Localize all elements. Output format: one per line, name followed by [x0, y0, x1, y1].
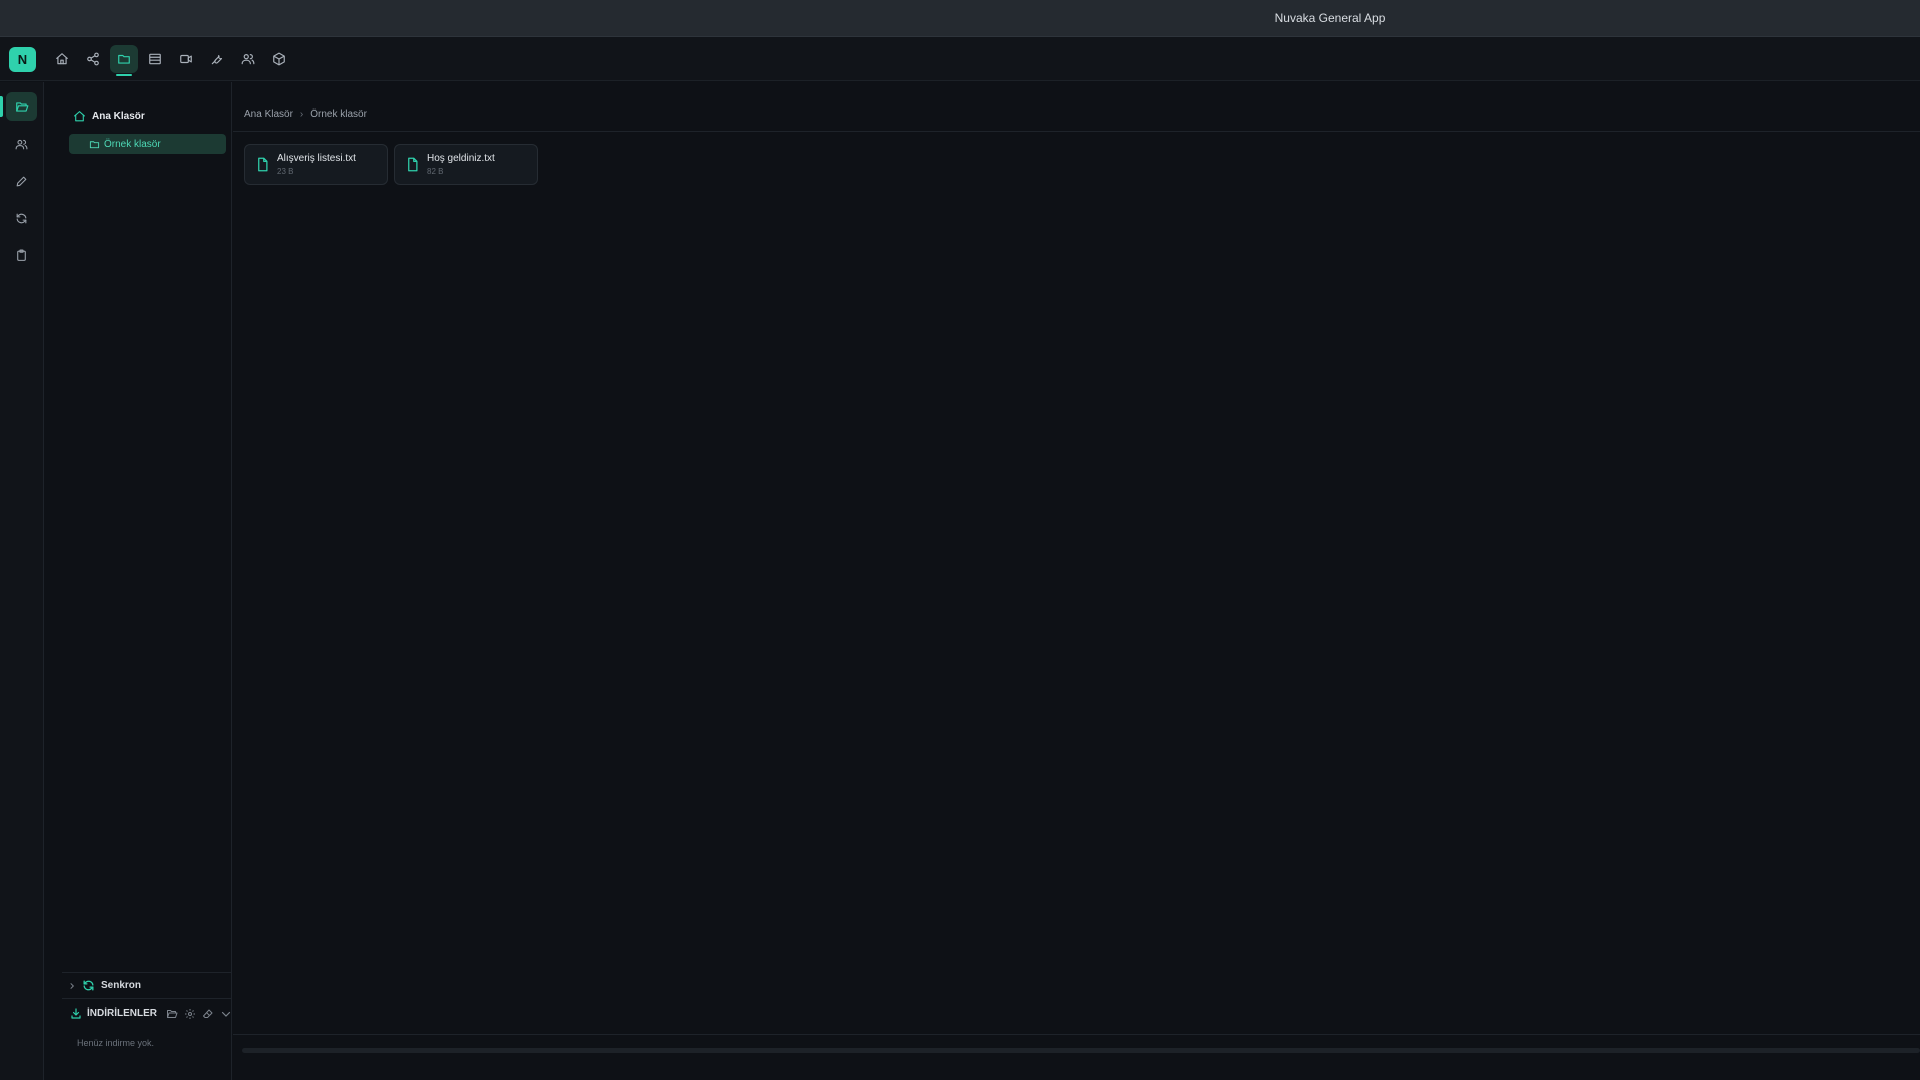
tree-item-ornek-klasor[interactable]: Örnek klasör — [69, 134, 226, 154]
chevron-right-icon — [70, 982, 75, 989]
home-icon — [74, 111, 85, 122]
users-icon — [241, 54, 255, 65]
clipboard-icon — [17, 249, 26, 261]
divider — [233, 1034, 1920, 1035]
eraser-icon[interactable] — [202, 1008, 214, 1020]
folder-tree-panel: Ana Klasör Örnek klasör Senkron İNDİRİLE… — [45, 82, 232, 1080]
downloads-empty-text: Henüz indirme yok. — [77, 1038, 155, 1048]
rail-edit-button[interactable] — [6, 167, 37, 196]
file-icon — [258, 157, 268, 172]
rail-files-button[interactable] — [0, 92, 37, 121]
nav-share-button[interactable] — [79, 45, 107, 73]
file-browser: Ana Klasör › Örnek klasör Alışveriş list… — [233, 82, 1920, 1080]
rail-clipboard-button[interactable] — [6, 241, 37, 270]
home-icon — [56, 53, 68, 65]
sync-section-toggle[interactable]: Senkron — [62, 972, 232, 998]
tree-root-item[interactable]: Ana Klasör — [73, 110, 145, 123]
divider — [233, 131, 1920, 132]
file-card[interactable]: Hoş geldiniz.txt 82 B — [394, 144, 538, 185]
breadcrumb-item-current[interactable]: Örnek klasör — [310, 109, 367, 120]
nav-video-button[interactable] — [172, 45, 200, 73]
folder-open-icon — [15, 101, 28, 112]
nav-files-button[interactable] — [110, 45, 138, 76]
rail-users-button[interactable] — [6, 130, 37, 159]
horizontal-scrollbar[interactable] — [242, 1048, 1920, 1053]
nav-users-button[interactable] — [234, 45, 262, 73]
nav-tools-button[interactable] — [203, 45, 231, 73]
box-icon — [273, 52, 285, 66]
share-icon — [87, 52, 99, 66]
tree-root-label: Ana Klasör — [92, 111, 145, 122]
wrench-icon — [211, 55, 223, 65]
side-rail — [0, 82, 44, 1080]
folder-icon — [89, 140, 100, 148]
nav-packages-button[interactable] — [265, 45, 293, 73]
downloads-label: İNDİRİLENLER — [87, 1008, 157, 1019]
downloads-header: İNDİRİLENLER — [62, 998, 232, 1028]
title-bar: Nuvaka General App — [0, 0, 1920, 37]
sync-label: Senkron — [101, 980, 142, 991]
file-name: Hoş geldiniz.txt — [427, 153, 495, 164]
refresh-icon — [83, 980, 94, 991]
file-grid: Alışveriş listesi.txt 23 B Hoş geldiniz.… — [244, 144, 538, 185]
video-icon — [180, 54, 192, 64]
download-icon — [71, 1008, 81, 1019]
breadcrumb-item-root[interactable]: Ana Klasör — [244, 109, 293, 120]
folder-icon — [118, 54, 130, 64]
pencil-icon — [16, 176, 27, 187]
file-name: Alışveriş listesi.txt — [277, 153, 356, 164]
file-icon — [408, 157, 418, 172]
nav-home-button[interactable] — [48, 45, 76, 73]
folder-open-icon[interactable] — [166, 1008, 178, 1020]
tree-item-label: Örnek klasör — [104, 138, 161, 150]
rail-sync-button[interactable] — [6, 204, 37, 233]
file-size: 82 B — [427, 167, 444, 176]
table-icon — [149, 53, 161, 65]
window-title: Nuvaka General App — [1274, 11, 1386, 25]
breadcrumb: Ana Klasör › Örnek klasör — [244, 109, 367, 120]
refresh-icon — [16, 213, 27, 224]
top-navigation: N — [0, 37, 1920, 81]
gear-icon[interactable] — [184, 1008, 196, 1020]
file-size: 23 B — [277, 167, 294, 176]
file-card[interactable]: Alışveriş listesi.txt 23 B — [244, 144, 388, 185]
breadcrumb-separator: › — [299, 109, 304, 120]
app-logo[interactable]: N — [9, 47, 36, 72]
users-icon — [15, 139, 28, 150]
nav-table-button[interactable] — [141, 45, 169, 73]
chevron-down-icon[interactable] — [220, 1008, 232, 1020]
